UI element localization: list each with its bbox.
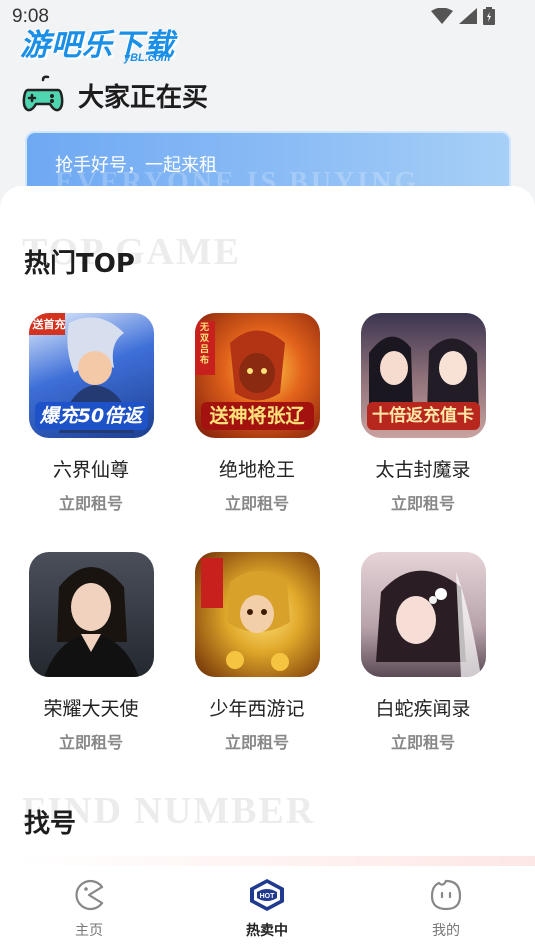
watermark-en: yBL.com — [124, 52, 171, 64]
find-panel-edge — [18, 856, 535, 866]
game-icon[interactable] — [360, 552, 486, 677]
tab-profile[interactable]: 我的 — [386, 878, 506, 940]
find-section-title: 找号 — [24, 809, 77, 839]
game-icon[interactable]: 十倍返充值卡 — [360, 313, 486, 438]
rent-now-link[interactable]: 立即租号 — [343, 729, 503, 753]
game-icon[interactable]: 送首充 爆充50倍返 — [28, 313, 154, 438]
game-badge: 爆充50倍返 — [34, 402, 148, 430]
game-icon[interactable] — [194, 552, 320, 677]
game-card[interactable]: 无双吕布 送神将张辽 绝地枪王 立即租号 — [177, 313, 337, 514]
game-card[interactable]: 荣耀大天使 立即租号 — [11, 552, 171, 753]
game-card[interactable]: 少年西游记 立即租号 — [177, 552, 337, 753]
rent-now-link[interactable]: 立即租号 — [343, 490, 503, 514]
game-name: 六界仙尊 — [52, 459, 129, 481]
game-name: 荣耀大天使 — [43, 698, 139, 720]
game-tag: 无双吕布 — [199, 323, 209, 366]
game-name: 绝地枪王 — [218, 459, 295, 481]
site-watermark-logo: 游吧乐下载 yBL.com — [20, 18, 190, 70]
game-art — [43, 567, 139, 677]
status-icons — [431, 7, 495, 25]
signal-icon — [459, 8, 477, 24]
hot-section-title: 热门TOP — [24, 249, 135, 279]
bottom-tab-bar: 主页 HOT 热卖中 我的 — [0, 866, 535, 951]
game-art — [200, 558, 290, 671]
wifi-icon — [431, 8, 453, 24]
rent-now-link[interactable]: 立即租号 — [11, 490, 171, 514]
tab-home-label: 主页 — [75, 923, 103, 939]
gamepad-icon — [22, 75, 64, 112]
game-card[interactable]: 白蛇疾闻录 立即租号 — [343, 552, 503, 753]
tab-profile-label: 我的 — [432, 923, 460, 939]
game-name: 太古封魔录 — [375, 459, 471, 481]
game-icon[interactable]: 无双吕布 送神将张辽 — [194, 313, 320, 438]
hot-icon: HOT — [250, 879, 284, 911]
game-badge: 十倍返充值卡 — [366, 402, 480, 430]
game-name: 少年西游记 — [209, 698, 305, 720]
game-badge: 送神将张辽 — [200, 402, 314, 430]
profile-icon — [430, 879, 462, 911]
rent-now-link[interactable]: 立即租号 — [11, 729, 171, 753]
content-sheet: TOP GAME 热门TOP 送首充 爆充50倍返 六界仙尊 立即租号 无双吕布… — [0, 186, 535, 866]
game-card[interactable]: 送首充 爆充50倍返 六界仙尊 立即租号 — [11, 313, 171, 514]
game-tag: 送首充 — [32, 318, 66, 331]
banner-text: 抢手好号，一起来租 — [55, 155, 217, 176]
tab-hot[interactable]: HOT 热卖中 — [207, 878, 327, 940]
battery-icon — [483, 7, 495, 25]
rent-now-link[interactable]: 立即租号 — [177, 729, 337, 753]
home-icon — [75, 879, 104, 911]
game-name: 白蛇疾闻录 — [375, 698, 471, 720]
game-card[interactable]: 十倍返充值卡 太古封魔录 立即租号 — [343, 313, 503, 514]
game-art — [375, 570, 481, 677]
tab-hot-label: 热卖中 — [246, 923, 288, 939]
svg-text:HOT: HOT — [260, 893, 276, 900]
page-title: 大家正在买 — [78, 82, 209, 113]
page-header: 大家正在买 — [22, 66, 208, 124]
game-icon[interactable] — [28, 552, 154, 677]
tab-home[interactable]: 主页 — [29, 878, 149, 940]
rent-now-link[interactable]: 立即租号 — [177, 490, 337, 514]
